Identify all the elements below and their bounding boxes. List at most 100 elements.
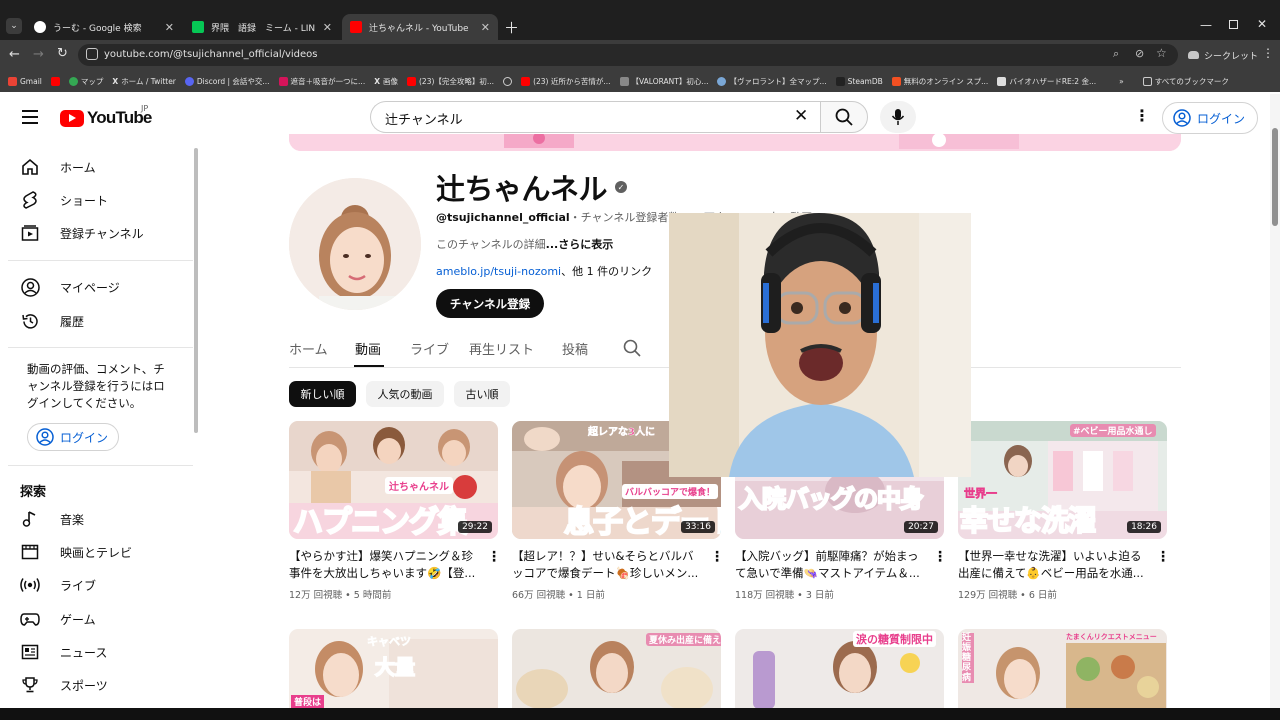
search-icon (835, 108, 853, 126)
video-thumbnail[interactable]: キャベツ 大量 普段は (289, 629, 498, 709)
zoom-icon[interactable]: ⌕ (1113, 47, 1119, 61)
chip-oldest[interactable]: 古い順 (454, 381, 510, 407)
video-title[interactable]: 【超レア！？】せい&そらとバルバッコアで爆食デート🍖珍しいメン... (512, 548, 702, 582)
sidebar-item-sports[interactable]: スポーツ (20, 670, 108, 700)
browser-tab-google[interactable]: うーむ - Google 検索 ✕ (26, 14, 182, 40)
bookmark-globe[interactable] (503, 76, 513, 86)
bookmark-valorant[interactable]: 【VALORANT】初心... (619, 76, 708, 87)
sidebar-item-music[interactable]: 音楽 (20, 504, 84, 534)
search-query[interactable]: 辻チャンネル (385, 109, 463, 128)
sidebar-item-gaming[interactable]: ゲーム (20, 604, 96, 634)
video-duration: 20:27 (904, 521, 938, 533)
video-title[interactable]: 【世界一幸せな洗濯】いよいよ迫る出産に備えて👶ベビー用品を水通... (958, 548, 1148, 582)
bookmark-spreadsheet[interactable]: 無料のオンライン スプ... (891, 76, 988, 87)
eye-off-icon[interactable]: ⊘ (1135, 47, 1144, 60)
close-window-button[interactable]: ✕ (1257, 17, 1267, 31)
bookmark-soundproof[interactable]: 遮音＋吸音が一つに... (278, 76, 365, 87)
bookmark-steamdb[interactable]: SteamDB (835, 76, 883, 86)
site-info-icon[interactable] (86, 48, 98, 60)
video-menu-icon[interactable]: ⋮ (487, 549, 501, 565)
video-card[interactable]: #ベビー用品水通し 世界一 幸せな洗濯 18:26 【世界一幸せな洗濯】いよいよ… (958, 421, 1173, 611)
tab-videos[interactable]: 動画 (355, 339, 381, 358)
new-tab-button[interactable]: ＋ (504, 17, 519, 38)
tab-playlists[interactable]: 再生リスト (469, 339, 534, 358)
chip-popular[interactable]: 人気の動画 (366, 381, 444, 407)
page-scrollbar-thumb[interactable] (1272, 128, 1278, 226)
header-login-button[interactable]: ログイン (1162, 102, 1258, 134)
reload-icon[interactable]: ↻ (57, 46, 68, 61)
video-menu-icon[interactable]: ⋮ (1156, 549, 1170, 565)
minimize-button[interactable]: — (1200, 18, 1212, 32)
sidebar-item-home[interactable]: ホーム (20, 152, 96, 182)
bookmark-youtube-guide[interactable]: (23)【完全攻略】初... (407, 76, 494, 87)
bookmarks-overflow[interactable]: » (1119, 77, 1124, 86)
close-icon[interactable]: ✕ (323, 21, 332, 34)
channel-link[interactable]: ameblo.jp/tsuji-nozomi (436, 265, 561, 278)
bookmark-maps[interactable]: マップ (68, 76, 103, 87)
video-thumbnail[interactable]: 夏休み出産に備えて (512, 629, 721, 709)
restore-button[interactable] (1229, 20, 1238, 29)
bookmark-discord[interactable]: Discord | 会話や交... (184, 76, 270, 87)
video-title[interactable]: 【やらかす辻】爆笑ハプニング＆珍事件を大放出しちゃいます🤣【登... (289, 548, 479, 582)
clear-search-icon[interactable]: ✕ (794, 106, 808, 126)
browser-tab-youtube[interactable]: 辻ちゃんネル - YouTube ✕ (342, 14, 498, 40)
voice-search-button[interactable] (880, 101, 916, 133)
channel-description[interactable]: このチャンネルの詳細...さらに表示 (436, 236, 613, 252)
subscribe-button[interactable]: チャンネル登録 (436, 289, 544, 318)
bookmark-twitter[interactable]: X ホーム / Twitter (112, 76, 176, 87)
video-thumbnail[interactable]: 涙の糖質制限中 (735, 629, 944, 709)
video-thumbnail[interactable]: #ベビー用品水通し 世界一 幸せな洗濯 18:26 (958, 421, 1167, 539)
show-more-link[interactable]: ...さらに表示 (546, 238, 614, 251)
bookmark-gmail[interactable]: Gmail (8, 76, 42, 86)
tab-home[interactable]: ホーム (289, 339, 328, 358)
video-thumbnail[interactable]: 辻ちゃんネル ハプニング集 29:22 (289, 421, 498, 539)
sidebar-item-mypage[interactable]: マイページ (20, 272, 120, 302)
forward-icon[interactable]: → (33, 47, 44, 62)
bookmark-youtube[interactable] (50, 76, 60, 86)
sidebar-scrollbar[interactable] (194, 148, 198, 433)
close-icon[interactable]: ✕ (165, 21, 174, 34)
search-button[interactable] (820, 101, 868, 133)
sidebar-item-subscriptions[interactable]: 登録チャンネル (20, 218, 144, 248)
sidebar-item-history[interactable]: 履歴 (20, 306, 84, 336)
url-text[interactable]: youtube.com/@tsujichannel_official/video… (104, 49, 318, 60)
channel-search-icon[interactable] (623, 339, 641, 357)
thumbnail-top-tag: #ベビー用品水通し (1070, 424, 1156, 437)
channel-avatar[interactable] (289, 178, 421, 310)
tab-posts[interactable]: 投稿 (562, 339, 588, 358)
browser-tab-line[interactable]: 界隈 語録 ミーム - LINE スタンプ ✕ (184, 14, 340, 40)
bookmark-neighbors[interactable]: (23) 近所から苦情が... (521, 76, 611, 87)
chip-newest[interactable]: 新しい順 (289, 381, 356, 407)
thumbnail-tag: たまくんリクエストメニュー (1066, 633, 1157, 641)
hamburger-menu-icon[interactable] (22, 110, 38, 124)
video-title[interactable]: 【入院バッグ】前駆陣痛？が始まって急いで準備👒マストアイテム＆... (735, 548, 925, 582)
video-thumbnail[interactable]: 妊娠糖尿病 たまくんリクエストメニュー (958, 629, 1167, 709)
sidebar-item-movies[interactable]: 映画とテレビ (20, 537, 132, 567)
steamdb-icon (835, 76, 845, 86)
sidebar-item-news[interactable]: ニュース (20, 637, 107, 667)
youtube-logo[interactable]: YouTube (60, 108, 152, 128)
bookmarks-bar: Gmail マップ X ホーム / Twitter Discord | 会話や交.… (0, 70, 1280, 92)
thumbnail-overlay-text: ハプニング集 (292, 504, 469, 539)
incognito-icon (1188, 51, 1199, 59)
incognito-profile[interactable]: シークレット (1188, 45, 1258, 65)
bookmark-valorant-maps[interactable]: 【ヴァロラント】全マップ... (717, 76, 827, 87)
bookmark-biohazard[interactable]: バイオハザードRE:2 金... (997, 76, 1096, 87)
tab-live[interactable]: ライブ (410, 339, 449, 358)
sidebar-login-button[interactable]: ログイン (27, 423, 119, 451)
tab-search-dropdown[interactable]: ⌄ (6, 18, 22, 34)
settings-kebab-icon[interactable]: ⋮ (1134, 106, 1150, 125)
all-bookmarks[interactable]: すべてのブックマーク (1142, 76, 1229, 87)
newspaper-icon (20, 642, 40, 662)
sidebar-item-shorts[interactable]: ショート (20, 185, 108, 215)
chrome-menu-icon[interactable]: ⋮ (1262, 46, 1274, 60)
sidebar-item-live[interactable]: ライブ (20, 570, 96, 600)
bookmark-image[interactable]: X 画像 (374, 76, 398, 87)
account-icon (1173, 109, 1191, 127)
video-menu-icon[interactable]: ⋮ (933, 549, 947, 565)
video-card[interactable]: 辻ちゃんネル ハプニング集 29:22 【やらかす辻】爆笑ハプニング＆珍事件を大… (289, 421, 504, 611)
video-menu-icon[interactable]: ⋮ (710, 549, 724, 565)
close-icon[interactable]: ✕ (481, 21, 490, 34)
back-icon[interactable]: ← (9, 47, 20, 62)
bookmark-star-icon[interactable]: ☆ (1156, 46, 1167, 60)
